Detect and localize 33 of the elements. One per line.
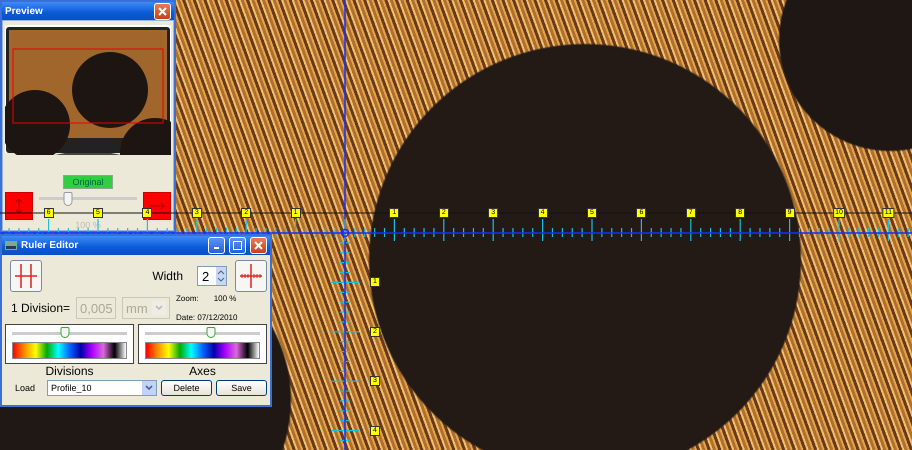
close-button[interactable] — [154, 2, 171, 20]
width-spinner[interactable]: 2 — [197, 266, 227, 286]
close-icon — [158, 6, 167, 16]
date-label: Date: 07/12/2010 — [176, 313, 238, 322]
app-icon — [5, 241, 17, 250]
zoom-label: Zoom: — [176, 294, 200, 303]
vertical-arrows-icon — [15, 198, 23, 214]
maximize-icon — [233, 241, 242, 250]
division-label: 1 Division= — [11, 301, 70, 315]
right-arrow-icon — [149, 202, 165, 210]
color-picker[interactable] — [138, 324, 267, 364]
window-title: Ruler Editor — [21, 240, 80, 251]
ruler-icon — [238, 263, 264, 289]
window-title: Preview — [5, 6, 44, 16]
maximize-button[interactable] — [229, 237, 246, 254]
ruler-style-button[interactable] — [10, 260, 42, 292]
action-button[interactable]: Delete — [161, 380, 212, 396]
profile-select[interactable]: Profile_10 — [47, 380, 158, 396]
zoom-value: 100 % — [214, 294, 238, 303]
close-icon — [254, 241, 263, 250]
action-button[interactable]: Save — [216, 380, 267, 396]
load-label: Load — [15, 383, 36, 393]
color-picker[interactable] — [5, 324, 134, 364]
vertical-flip-button[interactable] — [5, 192, 33, 220]
caret-icon — [152, 301, 166, 315]
close-button[interactable] — [250, 237, 267, 254]
panel-label: Axes — [188, 364, 217, 378]
minimize-button[interactable] — [208, 237, 225, 254]
ruler-icon — [13, 263, 39, 289]
panel-label: Divisions — [44, 364, 94, 378]
ruler-style-button[interactable] — [235, 260, 267, 292]
width-label: Width — [152, 269, 183, 283]
caret-icon — [142, 381, 156, 395]
